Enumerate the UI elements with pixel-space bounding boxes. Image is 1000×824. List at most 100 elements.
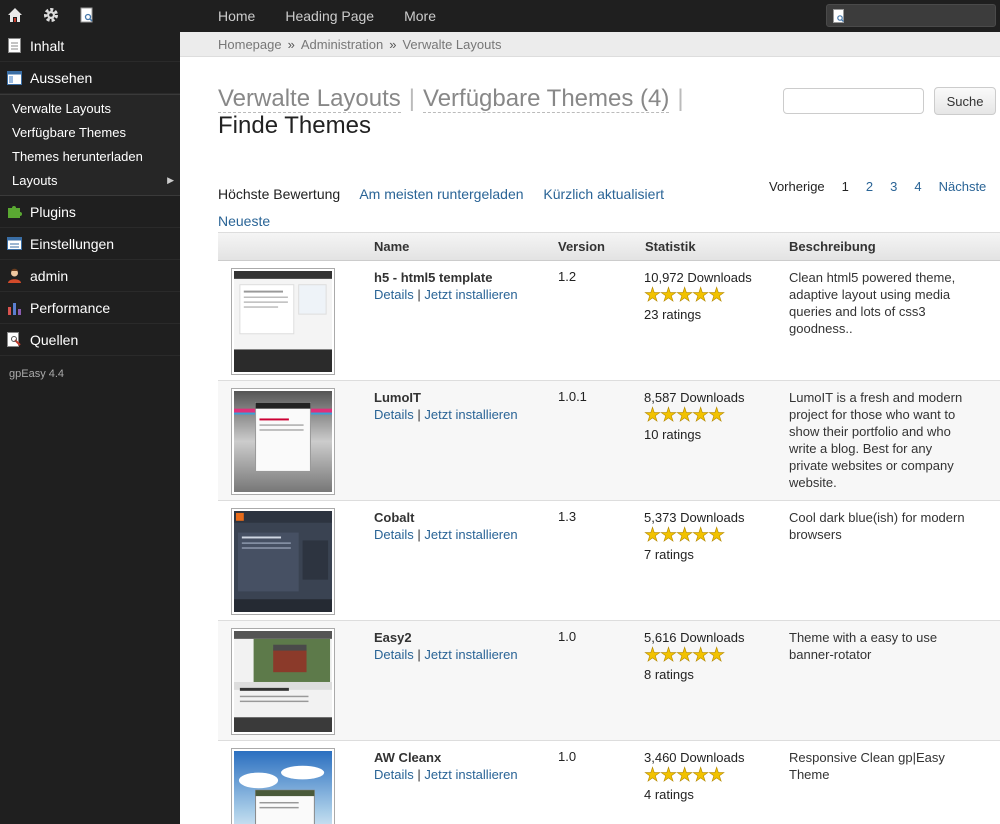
sidebar-item-label: admin: [30, 267, 69, 284]
sidebar-item-plugins[interactable]: Plugins: [0, 196, 180, 228]
heading-link-verwalte-layouts[interactable]: Verwalte Layouts: [218, 85, 401, 113]
column-header-beschreibung: Beschreibung: [789, 239, 876, 254]
rating-count: 7 ratings: [644, 547, 694, 562]
sort-tabs: Höchste Bewertung Am meisten runtergelad…: [218, 181, 738, 235]
theme-thumbnail[interactable]: [231, 628, 335, 735]
link-separator: |: [417, 407, 421, 422]
install-link[interactable]: Jetzt installieren: [424, 527, 517, 542]
breadcrumb-current[interactable]: Verwalte Layouts: [402, 37, 501, 52]
rating-count: 4 ratings: [644, 787, 694, 802]
link-separator: |: [417, 527, 421, 542]
sidebar-item-inhalt[interactable]: Inhalt: [0, 30, 180, 62]
sidebar-item-label: Einstellungen: [30, 235, 115, 252]
install-link[interactable]: Jetzt installieren: [424, 767, 517, 782]
home-icon[interactable]: [6, 6, 24, 24]
column-header-name: Name: [374, 239, 410, 254]
table-row: Cobalt Details | Jetzt installieren 1.3 …: [218, 501, 1000, 621]
table-header: Name Version Statistik Beschreibung: [218, 232, 1000, 261]
triangle-right-icon: ▶: [167, 174, 174, 185]
details-link[interactable]: Details: [374, 647, 414, 662]
pagination: Vorherige 1 2 3 4 Nächste: [769, 179, 986, 194]
nav-more[interactable]: More: [404, 8, 436, 24]
themes-table: Name Version Statistik Beschreibung h5 -…: [218, 232, 1000, 824]
tab-neueste[interactable]: Neueste: [218, 213, 270, 229]
install-link[interactable]: Jetzt installieren: [424, 407, 517, 422]
sidebar-item-aussehen[interactable]: Aussehen: [0, 62, 180, 94]
breadcrumb-administration[interactable]: Administration: [301, 37, 383, 52]
star-rating-icon: ★★★★★: [644, 405, 726, 426]
sidebar-item-admin[interactable]: admin: [0, 260, 180, 292]
pager-page-1: 1: [841, 179, 849, 194]
sidebar-item-label: Performance: [30, 299, 111, 316]
top-search-input[interactable]: [826, 4, 996, 27]
theme-thumbnail[interactable]: [231, 388, 335, 495]
nav-heading-page[interactable]: Heading Page: [285, 8, 374, 24]
page-search-icon: [833, 9, 845, 26]
star-rating-icon: ★★★★★: [644, 645, 726, 666]
breadcrumb-separator: »: [389, 36, 397, 52]
star-rating-icon: ★★★★★: [644, 525, 726, 546]
heading-current: Finde Themes: [218, 112, 371, 139]
sidebar-item-performance[interactable]: Performance: [0, 292, 180, 324]
submenu-layouts[interactable]: Layouts ▶: [0, 168, 180, 192]
table-row: h5 - html5 template Details | Jetzt inst…: [218, 261, 1000, 381]
theme-description: Responsive Clean gp|Easy Theme: [789, 750, 945, 782]
tab-am-meisten-runtergeladen[interactable]: Am meisten runtergeladen: [359, 186, 523, 202]
table-row: AW Cleanx Details | Jetzt installieren 1…: [218, 741, 1000, 824]
sidebar-item-einstellungen[interactable]: Einstellungen: [0, 228, 180, 260]
theme-title: h5 - html5 template: [374, 270, 493, 285]
nav-home[interactable]: Home: [218, 8, 255, 24]
download-count: 5,373 Downloads: [644, 510, 745, 525]
details-link[interactable]: Details: [374, 527, 414, 542]
submenu-verwalte-layouts[interactable]: Verwalte Layouts: [0, 96, 180, 120]
sidebar-item-label: Plugins: [30, 203, 76, 220]
breadcrumb: Homepage » Administration » Verwalte Lay…: [180, 32, 1000, 57]
sidebar-item-label: Inhalt: [30, 37, 65, 54]
sidebar-item-quellen[interactable]: Quellen: [0, 324, 180, 356]
rating-count: 23 ratings: [644, 307, 702, 322]
pager-page-4[interactable]: 4: [914, 179, 921, 194]
theme-search-input[interactable]: [783, 88, 924, 114]
theme-statistics: 5,616 Downloads ★★★★★ 8 ratings: [644, 629, 784, 683]
theme-version: 1.3: [558, 509, 577, 524]
star-rating-icon: ★★★★★: [644, 765, 726, 786]
theme-name-cell: Cobalt Details | Jetzt installieren: [374, 509, 554, 543]
pager-page-2[interactable]: 2: [866, 179, 873, 194]
admin-sidebar: Inhalt Aussehen Verwalte Layouts Verfügb…: [0, 0, 180, 824]
theme-thumbnail[interactable]: [231, 268, 335, 375]
details-link[interactable]: Details: [374, 767, 414, 782]
page-search-icon[interactable]: [78, 6, 96, 24]
install-link[interactable]: Jetzt installieren: [424, 287, 517, 302]
theme-version: 1.2: [558, 269, 577, 284]
download-count: 10,972 Downloads: [644, 270, 752, 285]
pager-page-3[interactable]: 3: [890, 179, 897, 194]
puzzle-icon: [6, 204, 22, 220]
rating-count: 10 ratings: [644, 427, 702, 442]
theme-version: 1.0: [558, 749, 577, 764]
install-link[interactable]: Jetzt installieren: [424, 647, 517, 662]
theme-statistics: 3,460 Downloads ★★★★★ 4 ratings: [644, 749, 784, 803]
submenu-verfuegbare-themes[interactable]: Verfügbare Themes: [0, 120, 180, 144]
pager-next[interactable]: Nächste: [939, 179, 987, 194]
theme-thumbnail[interactable]: [231, 748, 335, 824]
top-nav: Home Heading Page More: [180, 8, 436, 24]
heading-link-verfuegbare-themes[interactable]: Verfügbare Themes (4): [423, 85, 670, 113]
bar-chart-icon: [6, 300, 22, 316]
theme-thumbnail[interactable]: [231, 508, 335, 615]
sidebar-top-icons: [0, 0, 180, 30]
search-button[interactable]: Suche: [934, 87, 996, 115]
page-icon: [6, 38, 22, 54]
tab-kuerzlich-aktualisiert[interactable]: Kürzlich aktualisiert: [543, 186, 664, 202]
theme-version: 1.0: [558, 629, 577, 644]
theme-title: Cobalt: [374, 510, 415, 525]
theme-statistics: 5,373 Downloads ★★★★★ 7 ratings: [644, 509, 784, 563]
tab-hoechste-bewertung[interactable]: Höchste Bewertung: [218, 186, 340, 202]
gear-icon[interactable]: [42, 6, 60, 24]
breadcrumb-homepage[interactable]: Homepage: [218, 37, 282, 52]
theme-title: Easy2: [374, 630, 412, 645]
link-separator: |: [417, 647, 421, 662]
submenu-themes-herunterladen[interactable]: Themes herunterladen: [0, 144, 180, 168]
download-count: 8,587 Downloads: [644, 390, 745, 405]
details-link[interactable]: Details: [374, 287, 414, 302]
details-link[interactable]: Details: [374, 407, 414, 422]
